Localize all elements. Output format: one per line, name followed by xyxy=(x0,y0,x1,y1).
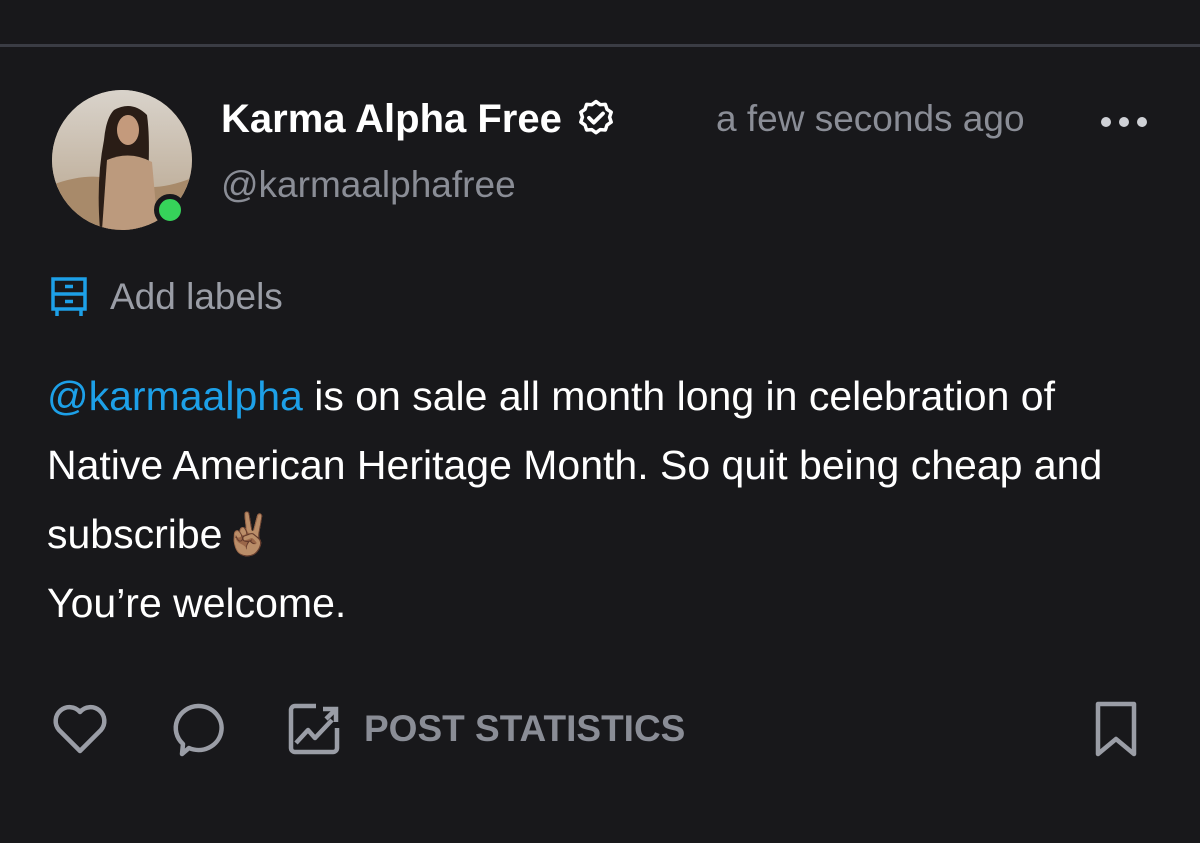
post-text-paragraph: @karmaalpha is on sale all month long in… xyxy=(47,362,1167,569)
author-name-row: Karma Alpha Free xyxy=(221,96,618,142)
victory-hand-emoji: ✌🏽 xyxy=(222,510,274,558)
add-labels-label: Add labels xyxy=(110,276,283,317)
post-card: Karma Alpha Free a few seconds ago @karm… xyxy=(0,0,1200,843)
more-options-icon[interactable] xyxy=(1098,106,1150,136)
author-handle[interactable]: @karmaalphafree xyxy=(221,164,516,206)
author-display-name[interactable]: Karma Alpha Free xyxy=(221,97,562,142)
post-timestamp: a few seconds ago xyxy=(716,98,1025,139)
post-statistics-button[interactable]: POST STATISTICS xyxy=(286,700,685,758)
heart-icon[interactable] xyxy=(50,699,110,759)
mention-link[interactable]: @karmaalpha xyxy=(47,373,303,419)
post-text-closing: You’re welcome. xyxy=(47,580,347,626)
labels-icon xyxy=(51,277,87,316)
bookmark-icon[interactable] xyxy=(1090,699,1142,759)
comment-icon[interactable] xyxy=(168,699,228,759)
post-actions-bar: POST STATISTICS xyxy=(0,696,1200,762)
top-divider xyxy=(0,44,1200,47)
online-status-indicator xyxy=(154,194,186,226)
chart-image-icon xyxy=(288,703,340,755)
post-statistics-label: POST STATISTICS xyxy=(364,708,686,749)
add-labels-button[interactable]: Add labels xyxy=(50,274,283,320)
post-body: @karmaalpha is on sale all month long in… xyxy=(47,362,1167,638)
verified-badge-icon xyxy=(578,99,613,135)
